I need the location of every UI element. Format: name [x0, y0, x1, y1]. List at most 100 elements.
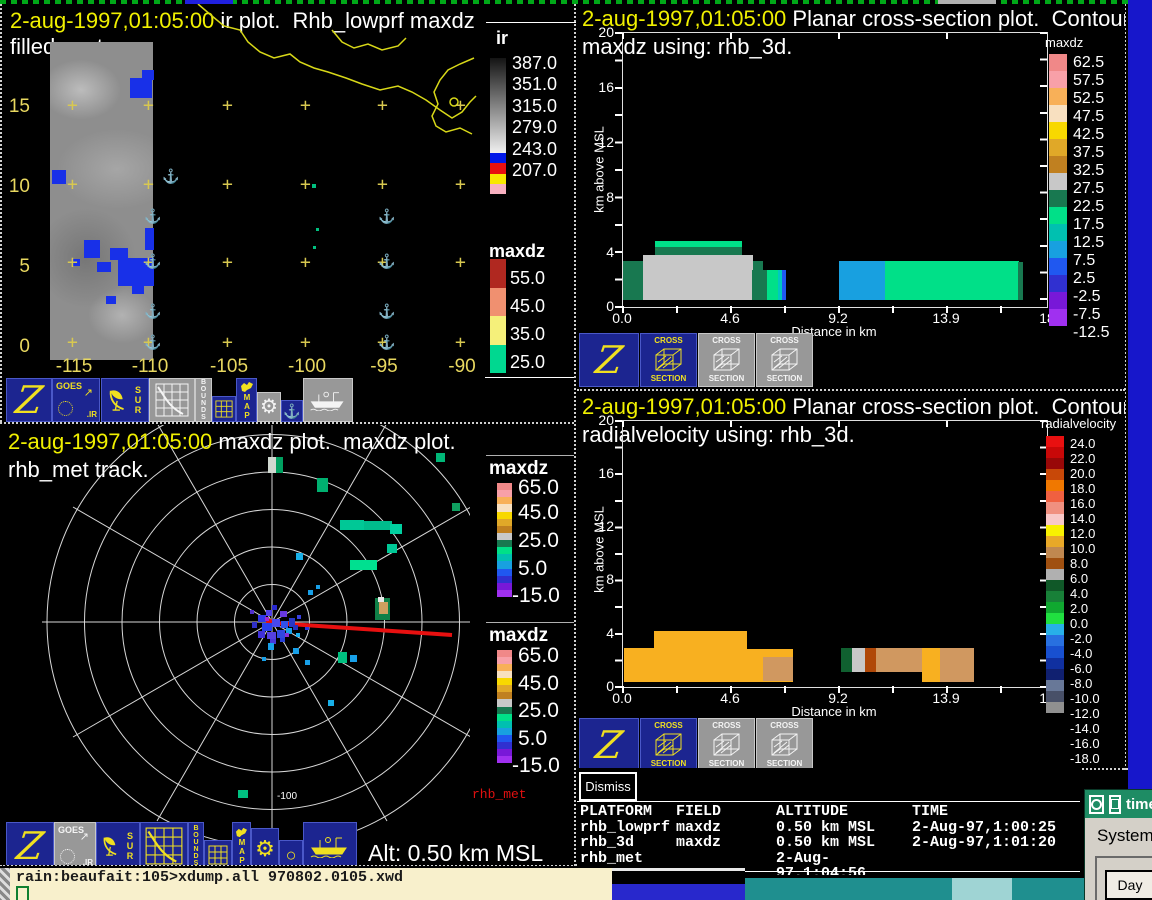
x-axis-title: Distance in km — [622, 704, 1046, 719]
maxdz-colorbar — [1049, 54, 1067, 326]
cross-section-radialvelocity-panel: 2-aug-1997,01:05:00 Planar cross-section… — [577, 392, 1125, 768]
cell: maxdz — [676, 820, 776, 836]
time-window-titlebar[interactable]: time — [1085, 790, 1152, 818]
lat-label: 5 — [2, 256, 30, 278]
zebra-logo-icon: Z — [13, 381, 45, 419]
lon-label: -105 — [199, 356, 259, 378]
ir-colorbar-title: ir — [496, 28, 508, 49]
radar-dish-icon — [108, 387, 130, 413]
cb-tick: 25.0 — [518, 529, 559, 553]
terminal-prompt-line: rain:beaufait:105>xdump.all 970802.0105.… — [16, 869, 403, 886]
sur-radar-button[interactable]: SUR — [101, 378, 149, 422]
circle-tool-button[interactable]: ○ — [279, 840, 303, 865]
window-menu-icon[interactable] — [1089, 795, 1104, 814]
section-label: SECTION — [709, 760, 745, 768]
terminal-scrollbar[interactable] — [0, 868, 10, 900]
section-label: SECTION — [651, 375, 687, 383]
section-label: SECTION — [767, 760, 803, 768]
zebra-logo-icon: Z — [14, 827, 46, 865]
z-logo-button[interactable]: Z — [579, 718, 639, 768]
buoy-button[interactable]: ⚓ — [281, 400, 303, 422]
grid-icon — [208, 845, 228, 865]
grid-overlay-button[interactable] — [140, 822, 188, 865]
table-top-border — [577, 801, 1080, 802]
y-axis-title: km above MSL — [592, 490, 607, 610]
time-window-title: time — [1126, 796, 1152, 813]
cell: 0.50 km MSL — [776, 820, 912, 836]
satellite-arrow-icon: ↗ — [80, 832, 89, 843]
cross-section-button[interactable]: CROSS SECTION — [698, 718, 755, 768]
cell: rhb_lowprf — [580, 820, 676, 836]
cb-tick: -15.0 — [512, 754, 560, 778]
track-platform-label: rhb_met — [472, 787, 527, 802]
cb-tick: 5.0 — [518, 557, 547, 581]
z-logo-button[interactable]: Z — [579, 333, 639, 387]
ship-button[interactable] — [303, 822, 357, 865]
cross-section-button[interactable]: CROSS SECTION — [756, 333, 813, 387]
ir-colorbar-topline — [486, 22, 576, 23]
grid-small-button[interactable] — [212, 396, 236, 422]
y-tick: 4 — [588, 625, 614, 641]
radar-dish-icon — [102, 833, 122, 859]
separator — [0, 422, 574, 424]
grid-overlay-button[interactable] — [149, 378, 195, 422]
cross-section-button-active[interactable]: CROSS SECTION — [640, 333, 697, 387]
ir-colorbar-segments — [490, 153, 506, 194]
ir-tick: 207.0 — [512, 160, 557, 181]
maxdz-colorbar-segments — [490, 259, 506, 373]
x-axis-top-ticks — [622, 421, 1048, 427]
goes-ir-button[interactable]: GOES ↗ .IR — [52, 378, 100, 422]
separator — [574, 4, 576, 866]
grid-curve-icon — [145, 827, 183, 865]
sur-radar-button[interactable]: SUR — [96, 822, 140, 865]
ship-button[interactable] — [303, 378, 353, 422]
y-axis-right-ticks — [1040, 32, 1047, 308]
satellite-globe-icon — [58, 401, 73, 416]
terminal-window[interactable]: rain:beaufait:105>xdump.all 970802.0105.… — [0, 866, 612, 900]
cube-icon — [653, 346, 685, 374]
dismiss-button[interactable]: Dismiss — [579, 772, 637, 801]
col-header: TIME — [912, 804, 1078, 820]
day-button[interactable]: Day — [1105, 870, 1152, 900]
z-logo-button[interactable]: Z — [6, 822, 54, 865]
gear-button[interactable]: ⚙ — [257, 392, 281, 422]
ir-label: .IR — [83, 858, 93, 865]
cube-icon — [769, 731, 801, 759]
radar-maxdz-colorbar-1 — [497, 483, 512, 597]
zebra-logo-icon: Z — [593, 341, 625, 379]
window-minimize-icon[interactable] — [1109, 795, 1121, 814]
y-tick: 8 — [588, 571, 614, 587]
cell: 2-Aug-97,1:01:20 — [912, 835, 1078, 851]
bounds-button[interactable]: BOUNDS — [195, 378, 212, 422]
lon-label: -115 — [44, 356, 104, 378]
maxdz-colorbar-underline — [485, 377, 576, 378]
map-button[interactable]: MAP — [236, 378, 257, 422]
altitude-readout: Alt: 0.50 km MSL — [368, 840, 543, 865]
bounds-button[interactable]: BOUNDS — [188, 822, 204, 865]
cross-section-button-active[interactable]: CROSS SECTION — [640, 718, 697, 768]
y-axis-ticks — [615, 32, 622, 308]
ir-colorbar-gradient — [490, 58, 506, 153]
map-button[interactable]: MAP — [232, 822, 251, 865]
ir-plot-panel: 2-aug-1997,01:05:00 ir plot. Rhb_lowprf … — [0, 4, 576, 422]
radialvelocity-colorbar — [1046, 436, 1064, 713]
z-logo-button[interactable]: Z — [6, 378, 52, 422]
goes-label: GOES — [56, 381, 82, 391]
time-window-body: System Day — [1085, 818, 1152, 900]
cell: rhb_3d — [580, 835, 676, 851]
cb-tick: 65.0 — [518, 644, 559, 668]
cube-icon — [711, 346, 743, 374]
goes-ir-button[interactable]: GOES ↗ .IR — [54, 822, 96, 865]
lat-label: 0 — [2, 336, 30, 358]
y-tick: 4 — [588, 244, 614, 260]
cross-section-button[interactable]: CROSS SECTION — [756, 718, 813, 768]
zebra-display-root: 2-aug-1997,01:05:00 ir plot. Rhb_lowprf … — [0, 0, 1152, 900]
y-tick: 12 — [588, 518, 614, 534]
cross-section-button[interactable]: CROSS SECTION — [698, 333, 755, 387]
gear-button[interactable]: ⚙ — [251, 828, 279, 865]
lon-label: -90 — [432, 356, 492, 378]
radar-maxdz-colorbar-2 — [497, 650, 512, 763]
grid-small-button[interactable] — [204, 840, 232, 865]
cell: maxdz — [676, 835, 776, 851]
x-axis-top-ticks — [622, 33, 1048, 39]
